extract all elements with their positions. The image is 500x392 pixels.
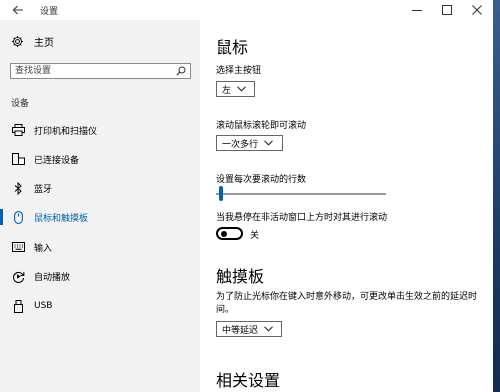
close-button[interactable] bbox=[462, 0, 492, 20]
minimize-button[interactable] bbox=[402, 0, 432, 20]
minimize-icon bbox=[412, 10, 422, 11]
scroll-label: 滚动鼠标滚轮即可滚动 bbox=[216, 121, 307, 131]
sidebar-item-label: 输入 bbox=[34, 243, 53, 254]
section-title: 设备 bbox=[11, 99, 30, 109]
maximize-button[interactable] bbox=[432, 0, 462, 20]
toggle-state-text: 关 bbox=[250, 231, 260, 241]
sidebar-item-typing[interactable]: 输入 bbox=[0, 235, 200, 259]
bluetooth-icon bbox=[11, 181, 25, 195]
title-bar: 设置 bbox=[0, 0, 493, 20]
usb-icon bbox=[11, 299, 25, 313]
printer-icon bbox=[11, 123, 25, 137]
mouse-section-title: 鼠标 bbox=[216, 38, 249, 57]
main-content: 鼠标 选择主按钮 左 滚动鼠标滚轮即可滚动 一次多行 设置每次要滚动的行数 当我… bbox=[200, 20, 493, 392]
sidebar-item-mouse-touchpad[interactable]: 鼠标和触摸板 bbox=[0, 205, 200, 229]
close-icon bbox=[472, 5, 482, 15]
sidebar-item-usb[interactable]: USB bbox=[0, 294, 200, 318]
sidebar-item-label: 打印机和扫描仪 bbox=[34, 126, 98, 137]
touchpad-section-title: 触摸板 bbox=[216, 267, 265, 286]
desktop-background bbox=[493, 0, 500, 392]
lines-label: 设置每次要滚动的行数 bbox=[216, 175, 307, 185]
chevron-down-icon bbox=[264, 326, 273, 332]
related-settings-title: 相关设置 bbox=[216, 371, 281, 390]
sidebar-item-label: 蓝牙 bbox=[34, 184, 53, 195]
toggle-knob bbox=[221, 231, 227, 237]
touchpad-delay-select[interactable]: 中等延迟 bbox=[216, 321, 282, 337]
home-link[interactable]: 主页 bbox=[11, 34, 54, 49]
chevron-down-icon bbox=[264, 140, 273, 146]
touchpad-description: 为了防止光标你在键入时意外移动，可更改单击生效之前的延迟时间。 bbox=[216, 292, 478, 315]
settings-window: 设置 主页 设备 bbox=[0, 0, 493, 392]
scroll-mode-select[interactable]: 一次多行 bbox=[216, 135, 283, 151]
sidebar-item-printers[interactable]: 打印机和扫描仪 bbox=[0, 118, 200, 142]
maximize-icon bbox=[442, 5, 452, 15]
mouse-icon bbox=[11, 210, 25, 224]
sidebar-item-autoplay[interactable]: 自动播放 bbox=[0, 264, 200, 288]
search-box[interactable] bbox=[10, 63, 191, 79]
gear-icon bbox=[12, 35, 23, 47]
select-value: 左 bbox=[222, 85, 232, 96]
window-title: 设置 bbox=[40, 7, 59, 17]
home-label: 主页 bbox=[34, 37, 54, 49]
primary-button-select[interactable]: 左 bbox=[216, 81, 255, 97]
connected-devices-icon bbox=[11, 152, 25, 166]
back-button[interactable] bbox=[10, 2, 26, 18]
autoplay-icon bbox=[11, 269, 25, 283]
sidebar-item-label: 自动播放 bbox=[34, 272, 71, 283]
select-value: 一次多行 bbox=[222, 139, 259, 150]
search-icon[interactable] bbox=[176, 66, 186, 76]
sidebar-item-connected-devices[interactable]: 已连接设备 bbox=[0, 147, 200, 171]
sidebar-item-bluetooth[interactable]: 蓝牙 bbox=[0, 176, 200, 200]
primary-button-label: 选择主按钮 bbox=[216, 66, 262, 76]
back-arrow-icon bbox=[12, 5, 23, 15]
lines-slider-track[interactable] bbox=[216, 193, 386, 195]
sidebar-item-label: USB bbox=[34, 301, 53, 311]
lines-slider-thumb[interactable] bbox=[219, 186, 224, 201]
inactive-scroll-toggle[interactable] bbox=[216, 227, 243, 240]
keyboard-icon bbox=[11, 240, 25, 254]
select-value: 中等延迟 bbox=[222, 325, 259, 336]
inactive-scroll-label: 当我悬停在非活动窗口上方时对其进行滚动 bbox=[216, 213, 388, 223]
sidebar-item-label: 鼠标和触摸板 bbox=[34, 213, 89, 224]
active-indicator bbox=[0, 209, 3, 225]
sidebar: 主页 设备 打印机和扫描仪 已连接设备 蓝牙 bbox=[0, 20, 200, 392]
search-input[interactable] bbox=[15, 65, 165, 77]
sidebar-item-label: 已连接设备 bbox=[34, 155, 80, 166]
chevron-down-icon bbox=[237, 86, 246, 92]
